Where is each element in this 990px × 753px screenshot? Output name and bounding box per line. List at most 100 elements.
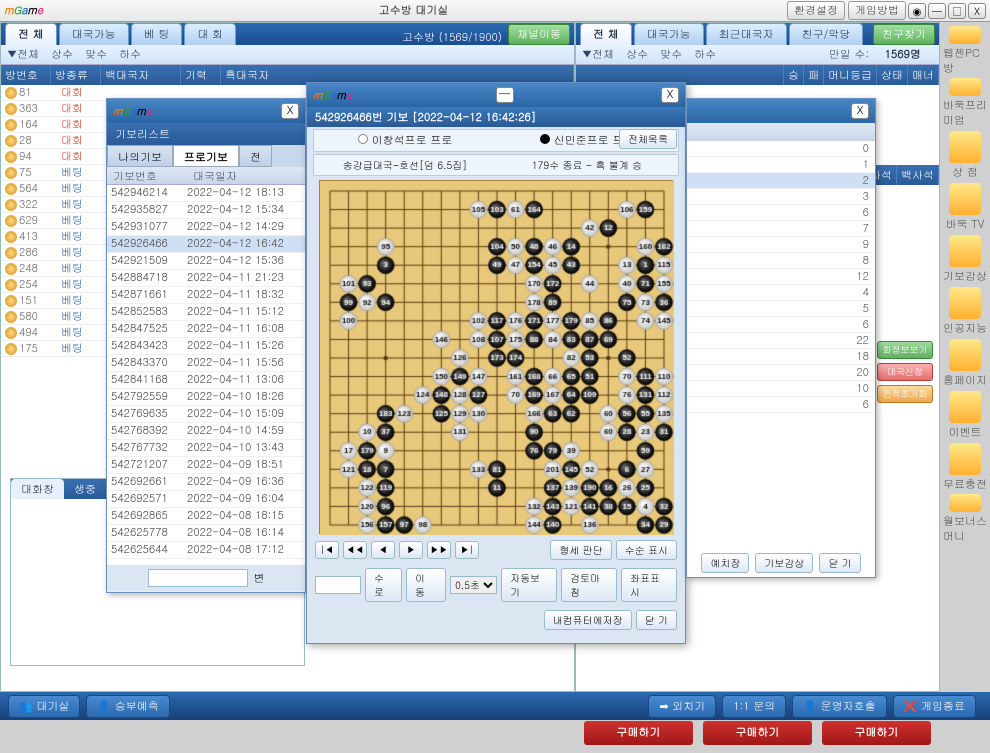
pop3-row[interactable]: 0 bbox=[687, 141, 875, 157]
kibo-row[interactable]: 5428716612022-04-11 18:32 bbox=[107, 287, 305, 304]
suro-button[interactable]: 수로 bbox=[365, 568, 402, 602]
filter-hasu[interactable]: 하수 bbox=[119, 47, 141, 62]
kibo-row[interactable]: 5428433702022-04-11 15:56 bbox=[107, 355, 305, 372]
buy-button-3[interactable]: 구매하기 bbox=[822, 721, 931, 745]
channel-move-button[interactable]: 채널이동 bbox=[508, 24, 570, 45]
kibo-row[interactable]: 5428475252022-04-11 16:08 bbox=[107, 321, 305, 338]
howto-button[interactable]: 게임방법 bbox=[848, 1, 906, 20]
speed-select[interactable]: 0.5초 bbox=[450, 576, 497, 594]
kibo-row[interactable]: 5428525832022-04-11 15:12 bbox=[107, 304, 305, 321]
nav-fastfwd-icon[interactable]: ▶▶ bbox=[427, 541, 451, 559]
screenshot-icon[interactable]: ◉ bbox=[908, 3, 926, 19]
nav-fwd-icon[interactable]: ▶ bbox=[399, 541, 423, 559]
chat-tab-main[interactable]: 대화창 bbox=[11, 479, 64, 499]
reset-record-button[interactable]: 전적초기화 bbox=[877, 385, 933, 403]
filter-matsu[interactable]: 맞수 bbox=[85, 47, 107, 62]
move-num-input[interactable] bbox=[315, 576, 361, 594]
order-button[interactable]: 수순 표시 bbox=[616, 540, 677, 560]
review-end-button[interactable]: 검토마침 bbox=[561, 568, 617, 602]
buy-button-2[interactable]: 구매하기 bbox=[703, 721, 812, 745]
nav-fastback-icon[interactable]: ◀◀ bbox=[343, 541, 367, 559]
kibo-row[interactable]: 5426925712022-04-09 16:04 bbox=[107, 491, 305, 508]
kibo-row[interactable]: 5428411682022-04-11 13:06 bbox=[107, 372, 305, 389]
rail-item-1[interactable]: 바둑프리미엄 bbox=[943, 78, 987, 128]
pop3-row[interactable]: 20 bbox=[687, 365, 875, 381]
kibo-row[interactable]: 5426928652022-04-08 18:15 bbox=[107, 508, 305, 525]
rail-item-0[interactable]: 웹젠PC방 bbox=[943, 26, 987, 76]
minimize-icon[interactable]: — bbox=[928, 3, 946, 19]
go-board[interactable] bbox=[319, 180, 673, 534]
pop3-row[interactable]: 18 bbox=[687, 349, 875, 365]
rtab-all[interactable]: 전 체 bbox=[580, 23, 632, 45]
move-button[interactable]: 이 동 bbox=[406, 568, 446, 602]
kibo-row[interactable]: 5427677322022-04-10 13:43 bbox=[107, 440, 305, 457]
close-icon[interactable]: X bbox=[968, 3, 986, 19]
waitroom-button[interactable]: 👥 대기실 bbox=[8, 695, 80, 718]
pop3-row[interactable]: 10 bbox=[687, 381, 875, 397]
replay-close-button[interactable]: 닫 기 bbox=[636, 610, 677, 630]
kibo-row[interactable]: 5429215092022-04-12 15:36 bbox=[107, 253, 305, 270]
pop3-row[interactable]: 3 bbox=[687, 189, 875, 205]
rtab-recent[interactable]: 최근대국자 bbox=[706, 23, 787, 45]
kibo-row[interactable]: 5429358272022-04-12 15:34 bbox=[107, 202, 305, 219]
kibo-row[interactable]: 5426257782022-04-08 16:14 bbox=[107, 525, 305, 542]
rail-item-3[interactable]: 바둑 TV bbox=[943, 182, 987, 232]
kibo-row[interactable]: 5427212072022-04-09 18:51 bbox=[107, 457, 305, 474]
maximize-icon[interactable]: □ bbox=[948, 3, 966, 19]
pop3-row[interactable]: 7 bbox=[687, 221, 875, 237]
pop3-row[interactable]: 6 bbox=[687, 317, 875, 333]
pop3-row[interactable]: 22 bbox=[687, 333, 875, 349]
pop3-close-icon[interactable]: X bbox=[851, 103, 869, 119]
kibo-row[interactable]: 5426926612022-04-09 16:36 bbox=[107, 474, 305, 491]
find-friend-button[interactable]: 친구찾기 bbox=[873, 24, 935, 45]
rtab-friend[interactable]: 친구/악당 bbox=[789, 23, 864, 45]
tab-betting[interactable]: 베 팅 bbox=[131, 23, 183, 45]
pop3-row[interactable]: 12 bbox=[687, 269, 875, 285]
kibo-close-icon[interactable]: X bbox=[281, 103, 299, 119]
tab-playable[interactable]: 대국가능 bbox=[59, 23, 129, 45]
replay-min-icon[interactable]: — bbox=[496, 87, 514, 103]
autoplay-button[interactable]: 자동보기 bbox=[501, 568, 557, 602]
rtab-playable[interactable]: 대국가능 bbox=[634, 23, 704, 45]
env-settings-button[interactable]: 환경설정 bbox=[787, 1, 845, 20]
pop3-row[interactable]: 6 bbox=[687, 205, 875, 221]
rail-item-4[interactable]: 기보감상 bbox=[943, 234, 987, 284]
kibo-row[interactable]: 5428434232022-04-11 15:26 bbox=[107, 338, 305, 355]
operator-button[interactable]: 👤 운영자호출 bbox=[792, 695, 886, 718]
kibo-tab-my[interactable]: 나의기보 bbox=[107, 145, 173, 167]
shape-button[interactable]: 형세 판단 bbox=[550, 540, 611, 560]
kibo-tab-pro[interactable]: 프로기보 bbox=[173, 145, 239, 167]
shout-button[interactable]: ➡ 외치기 bbox=[648, 695, 716, 718]
tab-all[interactable]: 전 체 bbox=[5, 23, 57, 45]
filter-all[interactable]: ▼전체 bbox=[7, 47, 39, 62]
info-view-button[interactable]: 회정보보기 bbox=[877, 341, 933, 359]
rail-item-5[interactable]: 인공지능 bbox=[943, 286, 987, 336]
buy-button-1[interactable]: 구매하기 bbox=[584, 721, 693, 745]
rail-item-2[interactable]: 상 점 bbox=[943, 130, 987, 180]
pop3-row[interactable]: 2 bbox=[687, 173, 875, 189]
kibo-row[interactable]: 5426256442022-04-08 17:12 bbox=[107, 542, 305, 559]
pop3-close-button[interactable]: 닫 기 bbox=[819, 553, 860, 573]
pop3-row[interactable]: 4 bbox=[687, 285, 875, 301]
nav-last-icon[interactable]: ▶| bbox=[455, 541, 479, 559]
pop3-row[interactable]: 8 bbox=[687, 253, 875, 269]
replay-close-icon[interactable]: X bbox=[661, 87, 679, 103]
pop3-row[interactable]: 5 bbox=[687, 301, 875, 317]
nav-first-icon[interactable]: |◀ bbox=[315, 541, 339, 559]
nav-back-icon[interactable]: ◀ bbox=[371, 541, 395, 559]
rail-item-9[interactable]: 월보너스머니 bbox=[943, 494, 987, 544]
kibo-search-input[interactable] bbox=[148, 569, 248, 587]
filter-sangsu[interactable]: 상수 bbox=[51, 47, 73, 62]
kibo-row[interactable]: 5428847182022-04-11 21:23 bbox=[107, 270, 305, 287]
rail-item-7[interactable]: 이벤트 bbox=[943, 390, 987, 440]
full-list-button[interactable]: 전체목록 bbox=[619, 129, 677, 149]
rail-item-6[interactable]: 홈페이지 bbox=[943, 338, 987, 388]
pop3-row[interactable]: 6 bbox=[687, 397, 875, 413]
chat-tab-live[interactable]: 생중 bbox=[64, 479, 106, 499]
kibo-row[interactable]: 5429264662022-04-12 16:42 bbox=[107, 236, 305, 253]
endgame-button[interactable]: ❌ 게임종료 bbox=[893, 695, 976, 718]
rail-item-8[interactable]: 무료충전 bbox=[943, 442, 987, 492]
kibo-row[interactable]: 5429310772022-04-12 14:29 bbox=[107, 219, 305, 236]
coord-button[interactable]: 좌표표시 bbox=[621, 568, 677, 602]
kibo-row[interactable]: 5427696352022-04-10 15:09 bbox=[107, 406, 305, 423]
